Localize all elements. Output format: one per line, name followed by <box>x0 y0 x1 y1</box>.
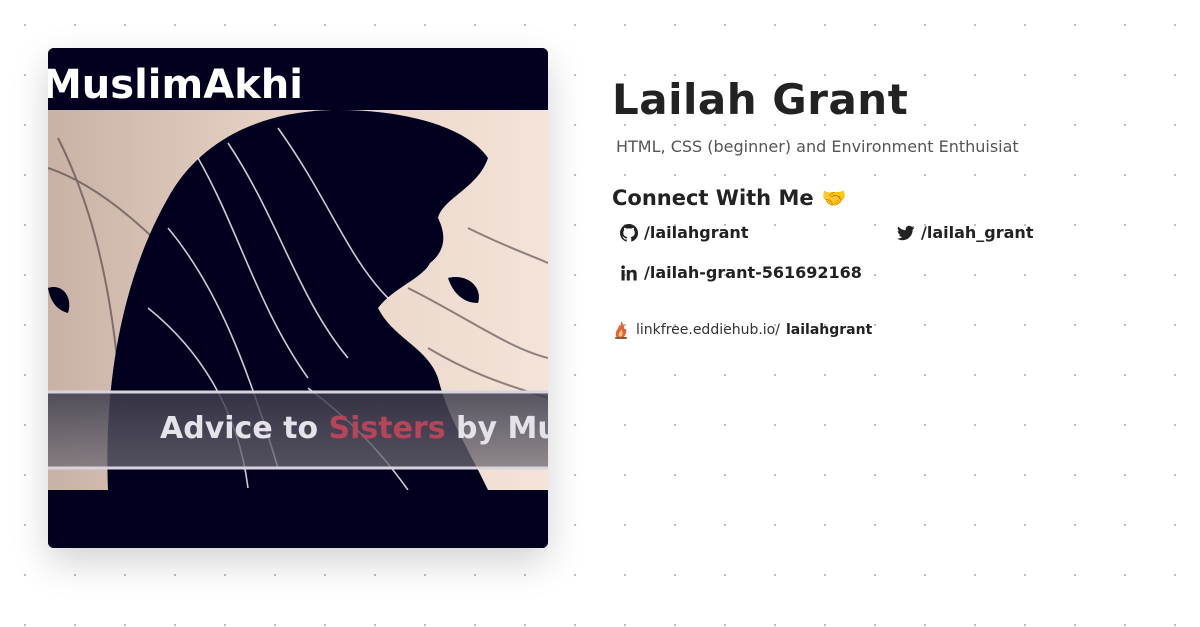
connect-heading: Connect With Me 🤝 <box>612 184 1172 212</box>
connect-heading-text: Connect With Me <box>612 186 814 210</box>
profile-name: Lailah Grant <box>612 75 909 124</box>
avatar-top-text: MuslimAkhi <box>48 62 303 108</box>
avatar-caption-part2: Sisters <box>329 411 446 446</box>
profile-avatar: MuslimAkhi Advice to Sisters by Muf <box>48 48 548 548</box>
avatar-caption-part3: by Muf <box>446 411 548 446</box>
linkfree-username: lailahgrant <box>785 322 873 338</box>
avatar-caption-part1: Advice to <box>160 411 329 446</box>
handshake-icon: 🤝 <box>821 186 847 210</box>
social-links: /lailahgrant /lailah_grant /lailah-grant… <box>620 222 1172 284</box>
linkfree-link[interactable]: linkfree.eddiehub.io/ lailahgrant <box>612 320 1172 340</box>
twitter-link[interactable]: /lailah_grant <box>897 222 1157 244</box>
github-link[interactable]: /lailahgrant <box>620 222 897 244</box>
profile-bio: HTML, CSS (beginner) and Environment Ent… <box>616 137 1019 156</box>
linkfree-domain: linkfree.eddiehub.io/ <box>636 322 780 338</box>
linkedin-handle: /lailah-grant-561692168 <box>644 263 862 282</box>
linkedin-link[interactable]: /lailah-grant-561692168 <box>620 262 897 284</box>
avatar-image: MuslimAkhi Advice to Sisters by Muf <box>48 48 548 548</box>
linkedin-icon <box>621 265 637 281</box>
profile-content: Lailah Grant HTML, CSS (beginner) and En… <box>612 74 1172 340</box>
twitter-icon <box>897 225 915 241</box>
linkfree-icon <box>615 321 627 339</box>
twitter-handle: /lailah_grant <box>921 223 1034 242</box>
github-handle: /lailahgrant <box>644 223 749 242</box>
avatar-caption: Advice to Sisters by Muf <box>160 411 548 446</box>
github-icon <box>620 224 638 242</box>
